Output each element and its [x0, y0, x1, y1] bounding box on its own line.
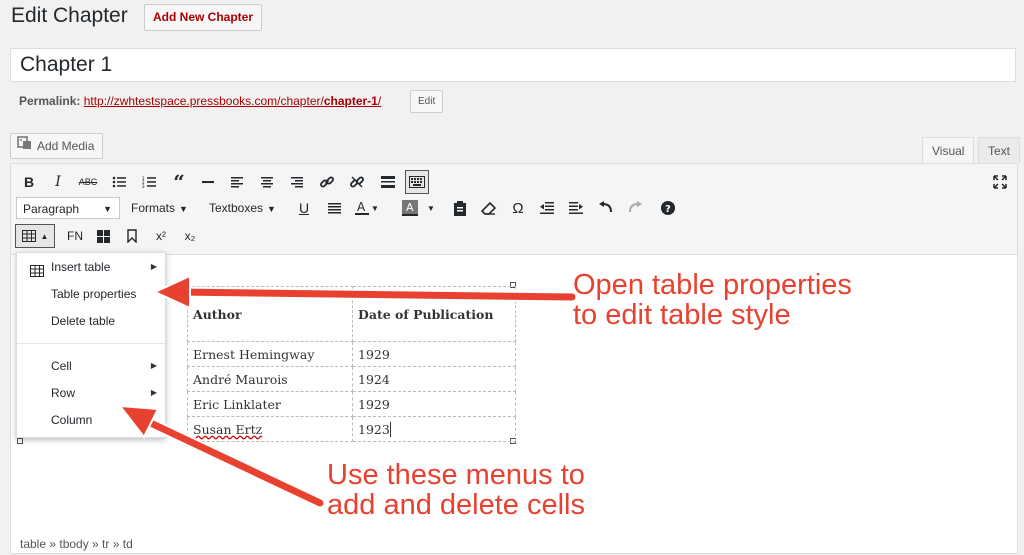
- annotation-top: Open table properties to edit table styl…: [573, 270, 852, 330]
- arrow-to-table-properties: [152, 274, 578, 310]
- arrow-to-row-menu: [117, 404, 326, 509]
- annotation-top-line-1: Open table properties: [573, 269, 852, 301]
- annotation-bottom-line-1: Use these menus to: [327, 459, 585, 491]
- annotation-bottom: Use these menus to add and delete cells: [327, 460, 585, 520]
- annotation-top-line-2: to edit table style: [573, 299, 791, 331]
- annotation-bottom-line-2: add and delete cells: [327, 489, 585, 521]
